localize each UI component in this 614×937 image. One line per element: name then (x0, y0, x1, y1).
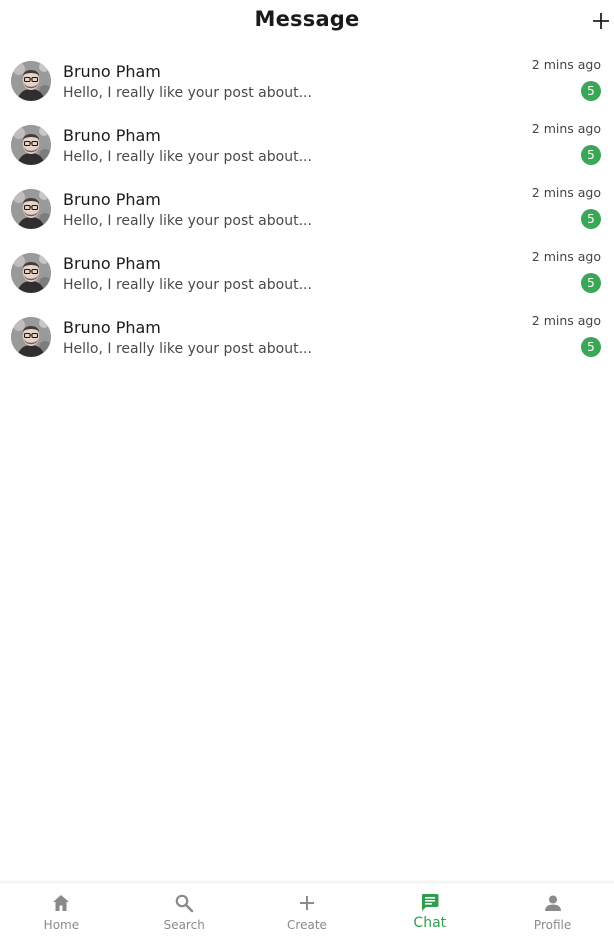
message-time: 2 mins ago (531, 249, 601, 264)
message-row[interactable]: Bruno Pham Hello, I really like your pos… (0, 242, 614, 306)
bottom-navigation: Home Search Create Chat Profile (0, 882, 614, 937)
avatar (11, 189, 51, 229)
message-time: 2 mins ago (531, 185, 601, 200)
nav-profile-label: Profile (533, 918, 572, 932)
app-screen: Message Bruno Pham Hello, I really like … (0, 0, 614, 937)
avatar (11, 253, 51, 293)
header: Message (0, 0, 614, 44)
nav-chat-label: Chat (413, 915, 447, 931)
page-title: Message (254, 7, 360, 31)
nav-profile[interactable]: Profile (491, 883, 614, 937)
sender-name: Bruno Pham (63, 254, 161, 273)
avatar (11, 317, 51, 357)
message-list: Bruno Pham Hello, I really like your pos… (0, 50, 614, 370)
nav-search-label: Search (163, 918, 205, 932)
avatar-photo (11, 317, 51, 357)
sender-name: Bruno Pham (63, 318, 161, 337)
unread-badge: 5 (581, 209, 601, 229)
sender-name: Bruno Pham (63, 62, 161, 81)
message-preview: Hello, I really like your post about... (63, 149, 312, 165)
message-preview: Hello, I really like your post about... (63, 277, 312, 293)
sender-name: Bruno Pham (63, 126, 161, 145)
unread-badge: 5 (581, 273, 601, 293)
avatar (11, 125, 51, 165)
nav-home-label: Home (43, 918, 80, 932)
message-row[interactable]: Bruno Pham Hello, I really like your pos… (0, 50, 614, 114)
unread-badge: 5 (581, 145, 601, 165)
avatar-photo (11, 189, 51, 229)
plus-icon (593, 13, 609, 29)
message-row[interactable]: Bruno Pham Hello, I really like your pos… (0, 178, 614, 242)
sender-name: Bruno Pham (63, 190, 161, 209)
message-row[interactable]: Bruno Pham Hello, I really like your pos… (0, 306, 614, 370)
avatar-photo (11, 253, 51, 293)
plus-icon (299, 896, 314, 910)
chat-icon (421, 894, 439, 911)
message-time: 2 mins ago (531, 121, 601, 136)
unread-badge: 5 (581, 81, 601, 101)
avatar-photo (11, 61, 51, 101)
home-icon (53, 895, 70, 911)
nav-create-label: Create (287, 918, 327, 932)
message-row[interactable]: Bruno Pham Hello, I really like your pos… (0, 114, 614, 178)
search-icon (175, 894, 194, 913)
nav-search[interactable]: Search (123, 883, 246, 937)
message-time: 2 mins ago (531, 313, 601, 328)
unread-badge: 5 (581, 337, 601, 357)
nav-create[interactable]: Create (246, 883, 369, 937)
person-icon (544, 895, 561, 911)
avatar (11, 61, 51, 101)
avatar-photo (11, 125, 51, 165)
message-preview: Hello, I really like your post about... (63, 213, 312, 229)
nav-chat[interactable]: Chat (368, 883, 491, 937)
nav-home[interactable]: Home (0, 883, 123, 937)
add-message-button[interactable] (590, 10, 612, 32)
message-preview: Hello, I really like your post about... (63, 85, 312, 101)
message-preview: Hello, I really like your post about... (63, 341, 312, 357)
message-time: 2 mins ago (531, 57, 601, 72)
